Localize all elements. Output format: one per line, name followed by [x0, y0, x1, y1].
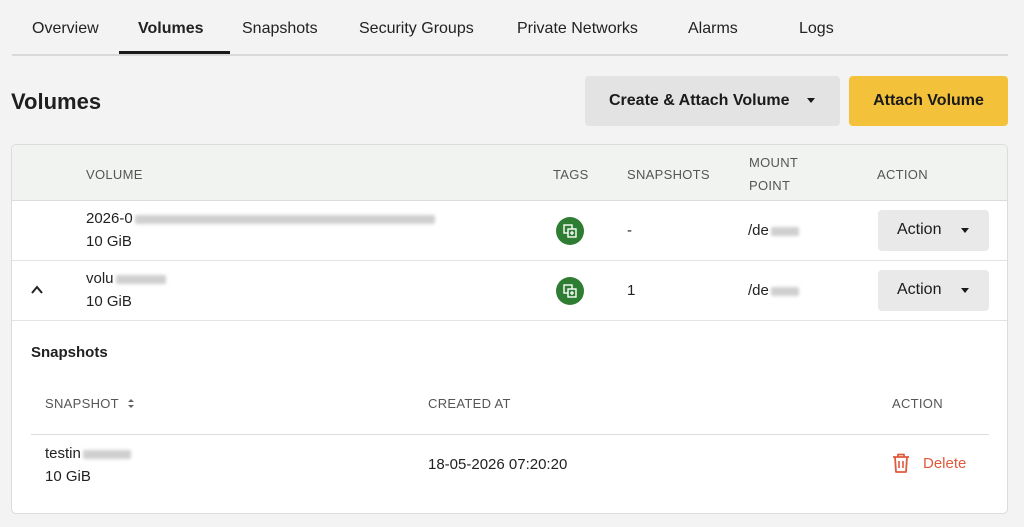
column-header-volume: VOLUME: [86, 167, 143, 182]
volumes-table-card: VOLUME TAGS SNAPSHOTS MOUNT POINT ACTION…: [11, 144, 1008, 514]
volume-name: volu: [86, 270, 166, 287]
snapshot-count: -: [627, 222, 632, 239]
trash-icon: [893, 453, 909, 473]
tags-icon[interactable]: [556, 217, 584, 245]
table-header: VOLUME TAGS SNAPSHOTS MOUNT POINT ACTION: [12, 145, 1007, 201]
table-row: 2026-0 10 GiB - /de Action: [12, 201, 1007, 261]
snapshots-section-title: Snapshots: [31, 344, 108, 361]
tab-alarms[interactable]: Alarms: [688, 20, 738, 38]
create-attach-volume-label: Create & Attach Volume: [609, 92, 790, 109]
chevron-down-icon: [961, 228, 969, 233]
chevron-down-icon: [807, 98, 815, 103]
column-header-point: POINT: [749, 178, 791, 193]
volume-name: 2026-0: [86, 210, 435, 227]
column-header-snapshots: SNAPSHOTS: [627, 167, 710, 182]
snapshot-size: 10 GiB: [45, 468, 91, 485]
snapshot-count: 1: [627, 282, 636, 299]
snapshot-name: testin: [45, 445, 131, 462]
tab-overview[interactable]: Overview: [32, 20, 99, 38]
column-header-snapshot[interactable]: SNAPSHOT: [45, 396, 135, 411]
column-header-snapshot-action: ACTION: [892, 396, 943, 411]
column-header-mount: MOUNT: [749, 155, 799, 170]
chevron-down-icon: [961, 288, 969, 293]
tab-volumes[interactable]: Volumes: [138, 20, 204, 38]
tab-snapshots[interactable]: Snapshots: [242, 20, 318, 38]
tab-bar: Overview Volumes Snapshots Security Grou…: [12, 0, 1008, 56]
column-header-action: ACTION: [877, 167, 928, 182]
create-attach-volume-button[interactable]: Create & Attach Volume: [585, 76, 840, 126]
active-tab-indicator: [119, 51, 230, 54]
tab-private-networks[interactable]: Private Networks: [517, 20, 638, 38]
page-title: Volumes: [11, 89, 102, 114]
divider: [31, 434, 989, 435]
mount-point: /de: [748, 282, 799, 299]
chevron-up-icon[interactable]: [30, 283, 44, 297]
action-dropdown-button[interactable]: Action: [878, 270, 989, 311]
sort-icon[interactable]: [127, 398, 135, 409]
action-dropdown-button[interactable]: Action: [878, 210, 989, 251]
volume-size: 10 GiB: [86, 293, 132, 310]
delete-snapshot-button[interactable]: Delete: [891, 450, 966, 476]
table-row: volu 10 GiB 1 /de Action: [12, 261, 1007, 321]
snapshot-created-at: 18-05-2026 07:20:20: [428, 456, 568, 473]
volume-size: 10 GiB: [86, 233, 132, 250]
mount-point: /de: [748, 222, 799, 239]
column-header-created-at: CREATED AT: [428, 396, 511, 411]
attach-volume-button[interactable]: Attach Volume: [849, 76, 1008, 126]
tab-logs[interactable]: Logs: [799, 20, 834, 38]
tab-security-groups[interactable]: Security Groups: [359, 20, 474, 38]
tags-icon[interactable]: [556, 277, 584, 305]
column-header-tags: TAGS: [553, 167, 589, 182]
